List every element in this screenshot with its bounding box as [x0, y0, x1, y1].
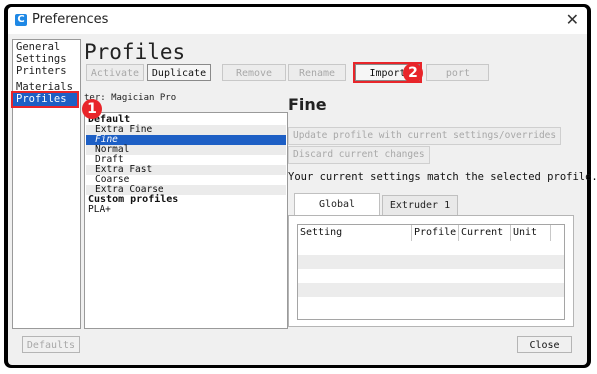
sidebar: General Settings Printers Materials Prof…	[11, 39, 81, 329]
column-header-profile[interactable]: Profile	[412, 225, 459, 241]
window-title: Preferences	[32, 12, 109, 27]
duplicate-button[interactable]: Duplicate	[147, 64, 211, 81]
settings-table: Setting Profile Current Unit	[297, 224, 565, 320]
page-title: Profiles	[84, 40, 186, 64]
column-header-current[interactable]: Current	[459, 225, 511, 241]
sidebar-item-profiles[interactable]: Profiles	[11, 91, 79, 108]
table-row	[298, 297, 564, 311]
status-message: Your current settings match the selected…	[288, 171, 597, 183]
column-header-unit[interactable]: Unit	[511, 225, 551, 241]
profile-list[interactable]: Default Extra Fine Fine Normal Draft Ext…	[84, 112, 288, 329]
profile-name: Fine	[288, 95, 327, 114]
app-icon: C	[15, 14, 27, 26]
step-2-badge: 2	[403, 63, 423, 83]
sidebar-item-printers[interactable]: Printers	[16, 65, 67, 77]
table-row	[298, 255, 564, 269]
table-row	[298, 269, 564, 283]
sidebar-item-materials[interactable]: Materials	[16, 81, 73, 93]
update-profile-button[interactable]: Update profile with current settings/ove…	[288, 127, 562, 145]
remove-button[interactable]: Remove	[222, 64, 286, 81]
activate-button[interactable]: Activate	[86, 64, 144, 81]
export-button[interactable]: port	[426, 64, 489, 81]
defaults-button[interactable]: Defaults	[22, 336, 80, 353]
sidebar-item-settings[interactable]: Settings	[16, 53, 67, 65]
table-row	[298, 241, 564, 255]
close-button[interactable]: Close	[517, 336, 572, 353]
list-group-custom: Custom profiles	[88, 194, 179, 205]
step-1-badge: 1	[82, 99, 102, 119]
sidebar-item-general[interactable]: General	[16, 41, 60, 53]
table-row	[298, 283, 564, 297]
tab-panel: Setting Profile Current Unit	[288, 215, 574, 327]
close-icon[interactable]: ✕	[566, 10, 579, 29]
column-header-blank	[551, 225, 564, 241]
tab-global-settings[interactable]: Global Settings	[294, 193, 380, 232]
title-bar: C Preferences ✕	[8, 7, 587, 34]
tab-extruder-1[interactable]: Extruder 1	[382, 195, 458, 215]
column-header-setting[interactable]: Setting	[298, 225, 412, 241]
discard-changes-button[interactable]: Discard current changes	[288, 146, 430, 164]
rename-button[interactable]: Rename	[288, 64, 346, 81]
list-item[interactable]: PLA+	[86, 205, 286, 215]
